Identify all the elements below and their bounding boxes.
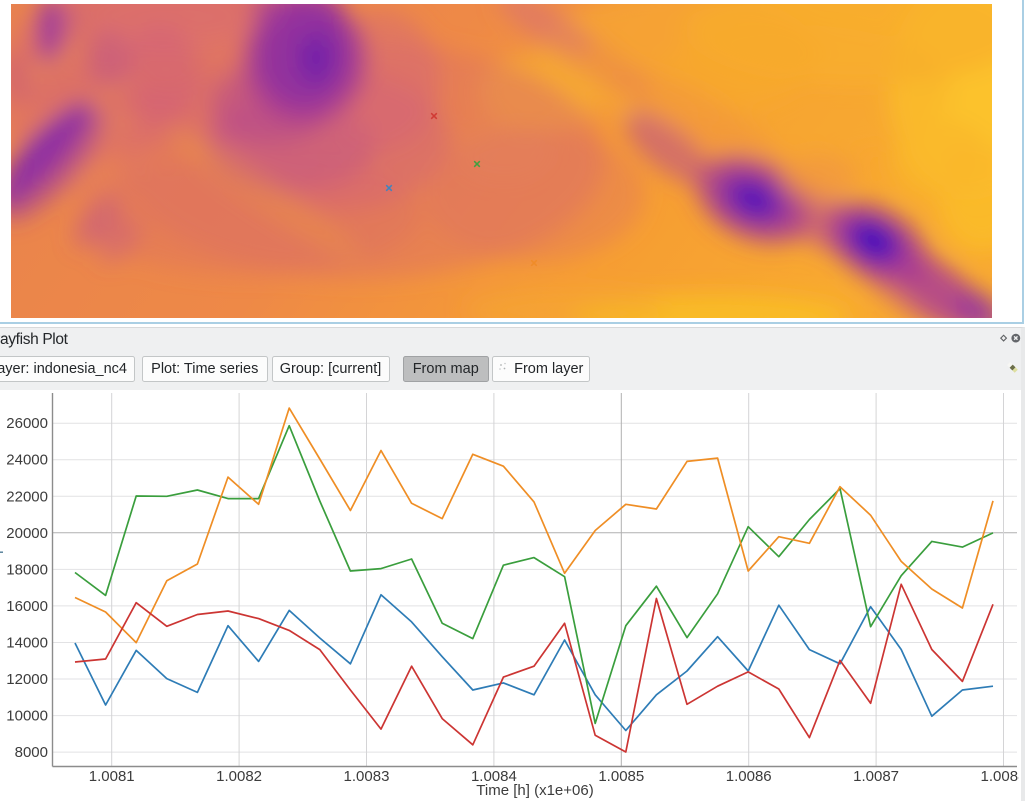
svg-text:2 metre temperature: 2 metre temperature [0, 498, 4, 634]
svg-text:24000: 24000 [6, 452, 48, 469]
svg-text:8000: 8000 [15, 744, 48, 761]
svg-text:1.0085: 1.0085 [598, 768, 644, 785]
svg-text:26000: 26000 [6, 415, 48, 432]
svg-text:14000: 14000 [6, 635, 48, 652]
svg-text:16000: 16000 [6, 598, 48, 615]
svg-text:22000: 22000 [6, 488, 48, 505]
svg-text:1.0086: 1.0086 [726, 768, 772, 785]
svg-text:1.0083: 1.0083 [344, 768, 390, 785]
svg-text:1.0082: 1.0082 [216, 768, 262, 785]
svg-text:10000: 10000 [6, 708, 48, 725]
svg-text:18000: 18000 [6, 561, 48, 578]
svg-text:Time [h] (x1e+06): Time [h] (x1e+06) [476, 782, 593, 799]
svg-text:12000: 12000 [6, 671, 48, 688]
svg-text:1.0087: 1.0087 [853, 768, 899, 785]
svg-text:1.0081: 1.0081 [89, 768, 135, 785]
svg-text:20000: 20000 [6, 525, 48, 542]
svg-text:1.0088: 1.0088 [981, 768, 1019, 785]
